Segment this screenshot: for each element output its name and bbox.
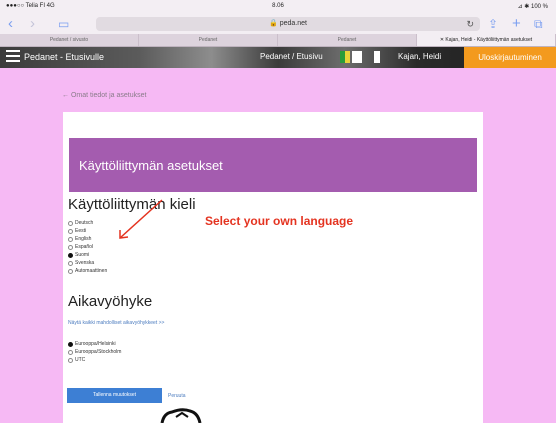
panel-header: Käyttöliittymän asetukset xyxy=(69,138,477,192)
save-button[interactable]: Tallenna muutokset xyxy=(67,388,162,403)
settings-panel: Käyttöliittymän asetukset xyxy=(63,112,483,423)
lock-icon: 🔒 xyxy=(269,20,280,27)
logout-button[interactable]: Uloskirjautuminen xyxy=(464,47,556,68)
timezone-section-title: Aikavyöhyke xyxy=(68,293,153,310)
tab-2[interactable]: Pedanet xyxy=(139,34,278,46)
timezone-radio-list: Eurooppa/Helsinki Eurooppa/Stockholm UTC xyxy=(68,340,121,364)
user-name[interactable]: Kajan, Heidi xyxy=(398,52,441,61)
reload-icon[interactable]: ↻ xyxy=(466,17,474,31)
url-text: peda.net xyxy=(279,20,307,27)
timezone-option[interactable]: Eurooppa/Helsinki xyxy=(68,340,121,348)
timezone-option[interactable]: UTC xyxy=(68,356,121,364)
flag-icon-white xyxy=(352,51,362,63)
tab-bar: Pedanet / sivusto Pedanet Pedanet ✕ Kaja… xyxy=(0,34,556,47)
flag-icon xyxy=(340,51,350,63)
page-title: Käyttöliittymän asetukset xyxy=(79,158,223,173)
language-option[interactable]: Español xyxy=(68,243,107,251)
annotation-text: Select your own language xyxy=(205,214,354,228)
radio-button[interactable] xyxy=(68,357,73,363)
radio-button-selected[interactable] xyxy=(68,341,73,347)
radio-button[interactable] xyxy=(68,220,73,226)
site-brand[interactable]: Pedanet - Etusivulle xyxy=(24,52,104,62)
annotation-arrow-icon xyxy=(119,199,163,239)
language-option[interactable]: Deutsch xyxy=(68,219,107,227)
share-icon[interactable]: ⇪ xyxy=(488,15,498,33)
language-option[interactable]: English xyxy=(68,235,107,243)
language-option[interactable]: Eesti xyxy=(68,227,107,235)
address-bar[interactable]: 🔒 peda.net ↻ xyxy=(96,17,480,31)
radio-button[interactable] xyxy=(68,260,73,266)
menu-icon[interactable] xyxy=(6,50,20,62)
tab-active[interactable]: ✕ Kajan, Heidi - Käyttöliittymän asetuks… xyxy=(417,34,556,46)
tabs-icon[interactable]: ⧉ xyxy=(534,15,543,33)
browser-toolbar: ‹ › ▭ 🔒 peda.net ↻ ⇪ + ⧉ xyxy=(0,14,556,34)
book-icon[interactable]: ▭ xyxy=(58,15,69,33)
back-link[interactable]: ← Omat tiedot ja asetukset xyxy=(62,92,146,99)
radio-button[interactable] xyxy=(68,268,73,274)
language-radio-list: Deutsch Eesti English Español Suomi Sven… xyxy=(68,219,107,275)
battery-indicator: ⊿ ✱ 100 % xyxy=(517,4,548,10)
radio-button[interactable] xyxy=(68,244,73,250)
clock: 8.06 xyxy=(272,3,284,9)
radio-button[interactable] xyxy=(68,228,73,234)
radio-button[interactable] xyxy=(68,349,73,355)
tab-1[interactable]: Pedanet / sivusto xyxy=(0,34,139,46)
status-bar: ●●●○○ Telia FI 4G 8.06 ⊿ ✱ 100 % xyxy=(0,0,556,14)
site-location[interactable]: Pedanet / Etusivu xyxy=(260,52,323,61)
user-icon xyxy=(374,51,380,63)
site-navigation: Pedanet - Etusivulle Pedanet / Etusivu K… xyxy=(0,47,556,68)
language-option[interactable]: Suomi xyxy=(68,251,107,259)
language-option[interactable]: Automaattinen xyxy=(68,267,107,275)
radio-button[interactable] xyxy=(68,236,73,242)
forward-icon[interactable]: › xyxy=(30,15,35,33)
scribble-mark-icon xyxy=(160,408,202,423)
new-tab-icon[interactable]: + xyxy=(512,15,521,33)
show-all-timezones-link[interactable]: Näytä kaikki mahdolliset aikavyöhykkeet … xyxy=(68,320,164,326)
tab-3[interactable]: Pedanet xyxy=(278,34,417,46)
radio-button-selected[interactable] xyxy=(68,252,73,258)
timezone-option[interactable]: Eurooppa/Stockholm xyxy=(68,348,121,356)
cancel-link[interactable]: Peruuta xyxy=(168,393,186,399)
language-option[interactable]: Svenska xyxy=(68,259,107,267)
back-icon[interactable]: ‹ xyxy=(8,15,13,33)
